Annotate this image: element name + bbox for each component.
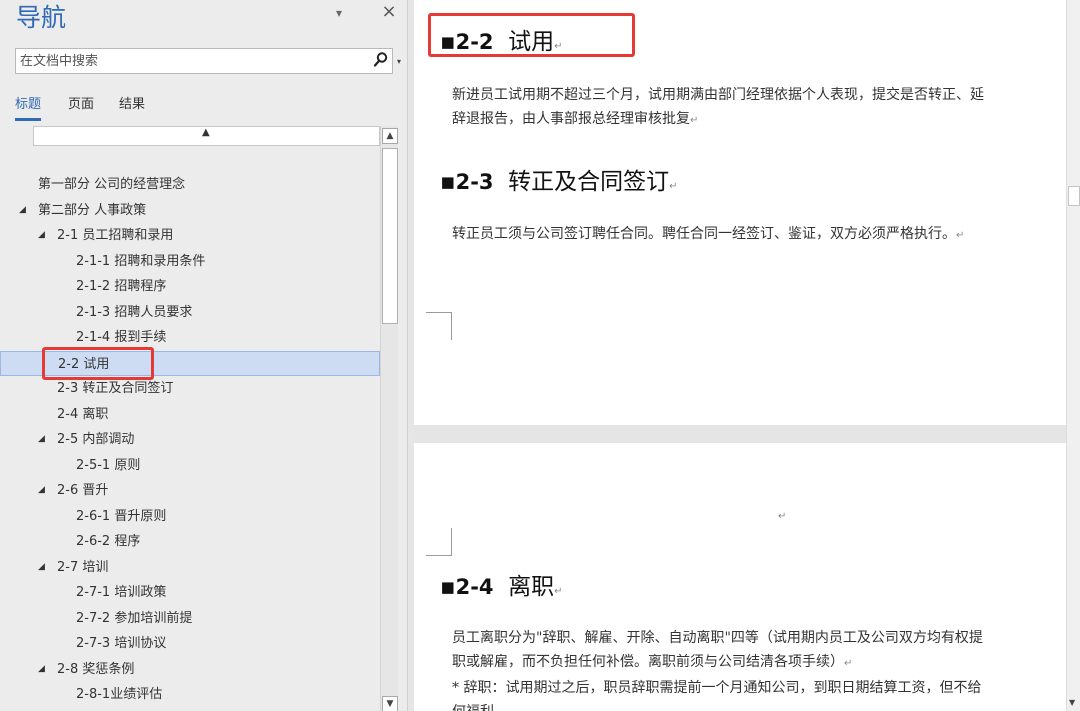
tree-item-label: 2-7-2 参加培训前提 [76,610,193,626]
tree-item-label: 2-8-1业绩评估 [76,687,163,702]
paragraph-2-4[interactable]: 员工离职分为"辞职、解雇、开除、自动离职"四等（试用期内员工及公司双方均有权提 … [452,626,1072,711]
page-margin-corner [426,312,452,340]
paragraph-mark: ↵ [778,511,787,522]
doc-scroll-down-button[interactable]: ▼ [1069,698,1075,707]
tree-item-label: 2-8 奖惩条例 [57,661,135,677]
tree-item-label: 2-4 离职 [57,406,109,422]
paragraph-mark: ↵ [690,115,699,126]
tab-pages[interactable]: 页面 [68,93,94,118]
expand-triangle-icon[interactable]: ◢ [38,555,45,580]
tree-item[interactable]: 第一部分 公司的经营理念 [0,172,380,197]
tree-item[interactable]: ◢ 2-8 奖惩条例 [0,657,380,682]
nav-pane-title: 导航 [16,3,67,32]
tree-item-label: 2-7-3 培训协议 [76,636,167,651]
page-margin-corner [426,528,452,556]
paragraph-mark: ↵ [554,586,563,597]
tree-item-label: 2-1 员工招聘和录用 [57,228,174,243]
bullet: ▪ [440,574,456,600]
tree-item[interactable]: 2-7-1 培训政策 [0,580,380,605]
bullet: ▪ [440,169,456,195]
scroll-thumb[interactable] [382,148,398,324]
nav-search-input[interactable] [20,52,350,70]
heading-2-4[interactable]: ▪2-4 离职↵ [440,567,563,601]
paragraph-mark: ↵ [844,658,853,669]
paragraph-line: 员工离职分为"辞职、解雇、开除、自动离职"四等（试用期内员工及公司双方均有权提 [452,630,983,646]
document-page: ↵ ▪2-4 离职↵ 员工离职分为"辞职、解雇、开除、自动离职"四等（试用期内员… [414,443,1066,711]
tree-item-label: 2-6-1 晋升原则 [76,508,167,524]
tree-item-label: 2-1-3 招聘人员要求 [76,304,193,320]
document-page: ▪2-2 试用↵ 新进员工试用期不超过三个月，试用期满由部门经理依据个人表现，提… [414,0,1066,425]
heading-title: 离职 [508,574,555,600]
tab-headings[interactable]: 标题 [15,93,42,121]
paragraph-line: * 辞职：试用期过之后，职员辞职需提前一个月通知公司，到职日期结算工资，但不给 [452,680,982,696]
scroll-up-button[interactable]: ▲ [382,128,398,144]
tree-item-label: 2-1-1 招聘和录用条件 [76,253,206,269]
heading-title: 转正及合同签订 [508,169,670,195]
expand-triangle-icon[interactable]: ◢ [38,427,45,452]
tree-item[interactable]: ◢ 第二部分 人事政策 [0,198,380,223]
paragraph-line: 职或解雇，而不负担任何补偿。离职前须与公司结清各项手续） [452,654,844,670]
paragraph-line: 转正员工须与公司签订聘任合同。聘任合同一经签订、鉴证，双方必须严格执行。 [452,226,956,242]
nav-search-box: ▾ [15,48,401,74]
tree-item[interactable]: 2-8-1业绩评估 [0,682,380,707]
tree-item[interactable]: 2-6-2 程序 [0,529,380,554]
tree-item[interactable]: ◢ 2-6 晋升 [0,478,380,503]
paragraph-line: 新进员工试用期不超过三个月，试用期满由部门经理依据个人表现，提交是否转正、延 [452,87,984,103]
tree-item[interactable]: 2-4 离职 [0,402,380,427]
tree-item[interactable]: 2-6-1 晋升原则 [0,504,380,529]
paragraph-mark: ↵ [669,181,678,192]
expand-triangle-icon[interactable]: ◢ [38,223,45,248]
scroll-down-button[interactable]: ▼ [382,696,398,711]
tree-item-label: 第二部分 人事政策 [38,202,147,218]
word-window: 导航 ▾ × ▾ 标题 页面 结果 ▲ 第一部分 公司的经营理念 ◢ 第二部分 人事… [0,0,1080,711]
tab-results[interactable]: 结果 [119,93,145,118]
tree-item-label: 2-5 内部调动 [57,432,135,447]
tree-item[interactable]: ◢ 2-5 内部调动 [0,427,380,452]
tree-item[interactable]: 2-1-3 招聘人员要求 [0,300,380,325]
highlight-box-doc [428,13,635,57]
search-options-dropdown[interactable]: ▾ [397,57,401,66]
paragraph-mark: ↵ [956,230,965,241]
heading-tree: ▲ 第一部分 公司的经营理念 ◢ 第二部分 人事政策 ◢ 2-1 员工招聘和录用 2-1-… [0,126,398,711]
tree-item-label: 2-1-2 招聘程序 [76,279,167,294]
tree-collapse-bar[interactable]: ▲ [33,126,380,146]
tree-item[interactable]: 2-5-1 原则 [0,453,380,478]
paragraph-2-2[interactable]: 新进员工试用期不超过三个月，试用期满由部门经理依据个人表现，提交是否转正、延 辞… [452,83,1072,133]
heading-2-3[interactable]: ▪2-3 转正及合同签订↵ [440,162,678,196]
tree-item[interactable]: 2-1-1 招聘和录用条件 [0,249,380,274]
tree-item-label: 2-7 培训 [57,559,109,575]
close-pane-button[interactable]: × [378,1,400,23]
search-icon[interactable] [373,51,389,69]
paragraph-line: 何福利 [452,700,1072,711]
expand-triangle-icon[interactable]: ◢ [38,478,45,503]
tree-item-label: 2-6 晋升 [57,483,109,498]
tree-item[interactable]: ◢ 2-7 培训 [0,555,380,580]
tree-item-label: 2-7-1 培训政策 [76,585,167,600]
paragraph-line: 辞退报告，由人事部报总经理审核批复 [452,111,690,127]
paragraph-2-3[interactable]: 转正员工须与公司签订聘任合同。聘任合同一经签订、鉴证，双方必须严格执行。↵ [452,222,1072,248]
tree-item-label: 2-6-2 程序 [76,534,141,549]
tree-item[interactable]: ◢ 2-1 员工招聘和录用 [0,223,380,248]
tree-item[interactable]: 2-7-2 参加培训前提 [0,606,380,631]
tree-item-label: 第一部分 公司的经营理念 [38,177,186,192]
tree-item-label: 2-5-1 原则 [76,457,141,473]
expand-triangle-icon[interactable]: ◢ [19,198,26,223]
highlight-box-nav [42,347,154,380]
expand-triangle-icon[interactable]: ◢ [38,657,45,682]
document-scrollbar[interactable]: ▼ [1066,0,1080,711]
collapse-icon[interactable]: ▲ [202,127,210,138]
doc-scroll-thumb[interactable] [1068,186,1080,206]
nav-scrollbar[interactable]: ▲ ▼ [380,126,398,711]
heading-number: 2-4 [455,575,494,599]
tree-item[interactable]: 2-7-3 培训协议 [0,631,380,656]
tree-item[interactable]: 2-1-2 招聘程序 [0,274,380,299]
heading-number: 2-3 [455,170,494,194]
document-area: ▪2-2 试用↵ 新进员工试用期不超过三个月，试用期满由部门经理依据个人表现，提… [414,0,1080,711]
pane-options-button[interactable]: ▾ [330,6,348,20]
navigation-pane: 导航 ▾ × ▾ 标题 页面 结果 ▲ 第一部分 公司的经营理念 ◢ 第二部分 人事… [0,0,408,711]
